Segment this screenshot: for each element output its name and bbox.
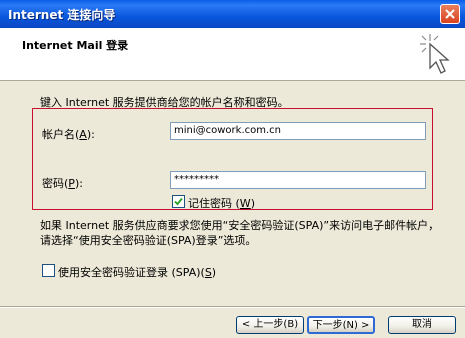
page-title: Internet Mail 登录 — [22, 39, 129, 52]
password-input[interactable]: ********* — [170, 171, 426, 189]
next-button[interactable]: 下一步(N) > — [307, 316, 375, 334]
close-icon — [445, 9, 455, 19]
title-bar[interactable]: Internet 连接向导 — [0, 0, 465, 28]
wizard-cursor-icon — [420, 34, 450, 74]
remember-password-label[interactable]: 记住密码 (W) — [188, 195, 255, 211]
spa-label[interactable]: 使用安全密码验证登录 (SPA)(S) — [58, 264, 216, 280]
close-button[interactable] — [440, 4, 460, 24]
wizard-header: Internet Mail 登录 — [0, 28, 465, 81]
password-label: 密码(P): — [42, 177, 83, 190]
remember-password-checkbox[interactable] — [172, 195, 185, 208]
spa-checkbox[interactable] — [42, 264, 55, 277]
back-button[interactable]: < 上一步(B) — [236, 316, 304, 334]
account-label: 帐户名(A): — [42, 128, 95, 141]
spa-note: 如果 Internet 服务供应商要求您使用“安全密码验证(SPA)”来访问电子… — [40, 219, 440, 247]
cancel-button[interactable]: 取消 — [388, 316, 456, 334]
window-title: Internet 连接向导 — [8, 8, 116, 22]
checkmark-icon — [174, 197, 183, 206]
divider — [0, 306, 465, 308]
account-name-input[interactable]: mini@cowork.com.cn — [170, 122, 426, 140]
